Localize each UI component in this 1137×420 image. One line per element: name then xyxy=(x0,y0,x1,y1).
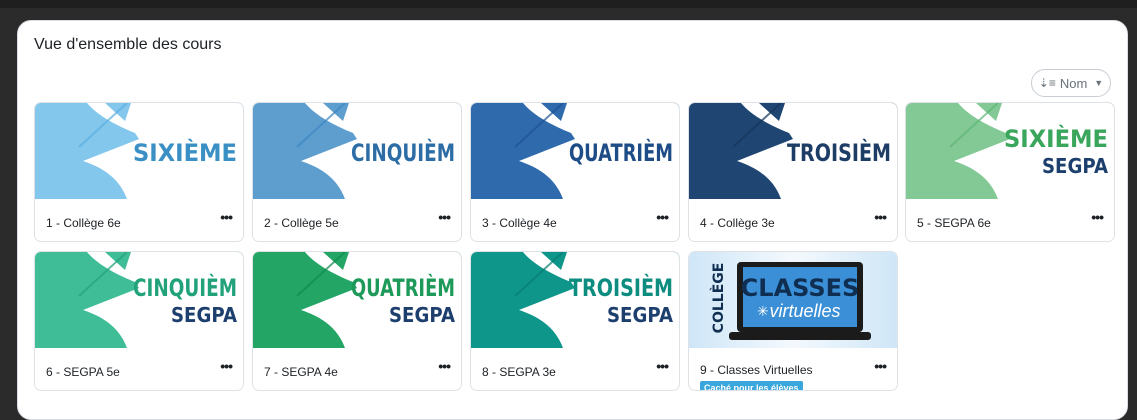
banner-level-text: QUATRIÈM xyxy=(569,138,673,167)
course-banner: SIXIÈMESEGPA xyxy=(906,103,1114,199)
course-name[interactable]: 4 - Collège 3e xyxy=(700,216,775,230)
course-card[interactable]: CINQUIÈMSEGPA 6 - SEGPA 5e ••• xyxy=(34,251,244,391)
course-name[interactable]: 6 - SEGPA 5e xyxy=(46,365,120,379)
course-card[interactable]: SIXIÈME SEGPA 5 - SEGPA 6e ••• xyxy=(905,102,1115,242)
banner-virtuelles-text: virtuelles xyxy=(769,301,840,321)
more-actions-button[interactable]: ••• xyxy=(874,209,887,225)
course-image[interactable]: CLASSES virtuelles ✳ COLLÈGE xyxy=(689,252,897,348)
course-image[interactable]: TROISIÈM xyxy=(689,103,897,199)
course-name[interactable]: 3 - Collège 4e xyxy=(482,216,557,230)
course-name[interactable]: 7 - SEGPA 4e xyxy=(264,365,338,379)
more-actions-button[interactable]: ••• xyxy=(220,358,233,374)
more-actions-button[interactable]: ••• xyxy=(1091,209,1104,225)
banner-level-text: TROISIÈM xyxy=(787,138,891,167)
course-card[interactable]: SIXIÈME 1 - Collège 6e ••• xyxy=(34,102,244,242)
course-image[interactable]: QUATRIÈMSEGPA xyxy=(253,252,461,348)
banner-classes-text: CLASSES xyxy=(741,274,860,302)
chevron-down-icon: ▼ xyxy=(1094,78,1104,88)
course-image[interactable]: SIXIÈME xyxy=(35,103,243,199)
more-actions-button[interactable]: ••• xyxy=(438,358,451,374)
page-title: Vue d'ensemble des cours xyxy=(34,36,222,53)
banner-segpa-text: SEGPA xyxy=(171,303,237,327)
sort-label: Nom xyxy=(1059,75,1088,91)
course-image[interactable]: CINQUIÈM xyxy=(253,103,461,199)
course-image[interactable]: CINQUIÈMSEGPA xyxy=(35,252,243,348)
course-card[interactable]: TROISIÈMSEGPA 8 - SEGPA 3e ••• xyxy=(470,251,680,391)
course-name[interactable]: 5 - SEGPA 6e xyxy=(917,216,991,230)
course-name[interactable]: 1 - Collège 6e xyxy=(46,216,121,230)
hidden-badge: Caché pour les élèves xyxy=(700,381,803,390)
more-actions-button[interactable]: ••• xyxy=(656,209,669,225)
course-name[interactable]: 8 - SEGPA 3e xyxy=(482,365,556,379)
course-banner: TROISIÈMSEGPA xyxy=(471,252,679,348)
course-card[interactable]: CLASSES virtuelles ✳ COLLÈGE 9 - Classes… xyxy=(688,251,898,391)
course-card[interactable]: CINQUIÈM 2 - Collège 5e ••• xyxy=(252,102,462,242)
course-banner: TROISIÈM xyxy=(689,103,897,199)
course-banner: CINQUIÈM xyxy=(253,103,461,199)
top-bar xyxy=(0,0,1137,8)
banner-level-text: CINQUIÈM xyxy=(133,273,237,302)
more-actions-button[interactable]: ••• xyxy=(438,209,451,225)
more-actions-button[interactable]: ••• xyxy=(656,358,669,374)
course-name[interactable]: 9 - Classes Virtuelles xyxy=(700,363,813,377)
banner-college-text: COLLÈGE xyxy=(710,263,727,334)
more-actions-button[interactable]: ••• xyxy=(220,209,233,225)
sort-icon: ⇣≡ xyxy=(1038,76,1056,90)
course-banner: QUATRIÈM xyxy=(471,103,679,199)
more-actions-button[interactable]: ••• xyxy=(874,358,887,374)
banner-segpa-text: SEGPA xyxy=(389,303,455,327)
star-icon: ✳ xyxy=(757,303,769,319)
sort-dropdown[interactable]: ⇣≡ Nom ▼ xyxy=(1031,69,1111,97)
course-card[interactable]: QUATRIÈM 3 - Collège 4e ••• xyxy=(470,102,680,242)
course-image[interactable]: TROISIÈMSEGPA xyxy=(471,252,679,348)
course-card[interactable]: QUATRIÈMSEGPA 7 - SEGPA 4e ••• xyxy=(252,251,462,391)
classes-virtuelles-banner: CLASSES virtuelles ✳ COLLÈGE xyxy=(689,252,897,348)
course-image[interactable]: SIXIÈME SEGPA xyxy=(906,103,1114,199)
banner-level-text: QUATRIÈM xyxy=(351,273,455,302)
course-banner: QUATRIÈMSEGPA xyxy=(253,252,461,348)
course-name[interactable]: 2 - Collège 5e xyxy=(264,216,339,230)
banner-segpa-text: SEGPA xyxy=(1042,154,1108,178)
course-image[interactable]: QUATRIÈM xyxy=(471,103,679,199)
course-card[interactable]: TROISIÈM 4 - Collège 3e ••• xyxy=(688,102,898,242)
course-banner: SIXIÈME xyxy=(35,103,243,199)
course-overview-panel: Vue d'ensemble des cours ⇣≡ Nom ▼ SIXIÈM… xyxy=(17,20,1128,420)
banner-segpa-text: SEGPA xyxy=(607,303,673,327)
banner-level-text: TROISIÈM xyxy=(569,273,673,302)
banner-level-text: SIXIÈME xyxy=(133,138,237,167)
banner-level-text: CINQUIÈM xyxy=(351,138,455,167)
banner-level-text: SIXIÈME xyxy=(1004,124,1108,153)
course-banner: CINQUIÈMSEGPA xyxy=(35,252,243,348)
